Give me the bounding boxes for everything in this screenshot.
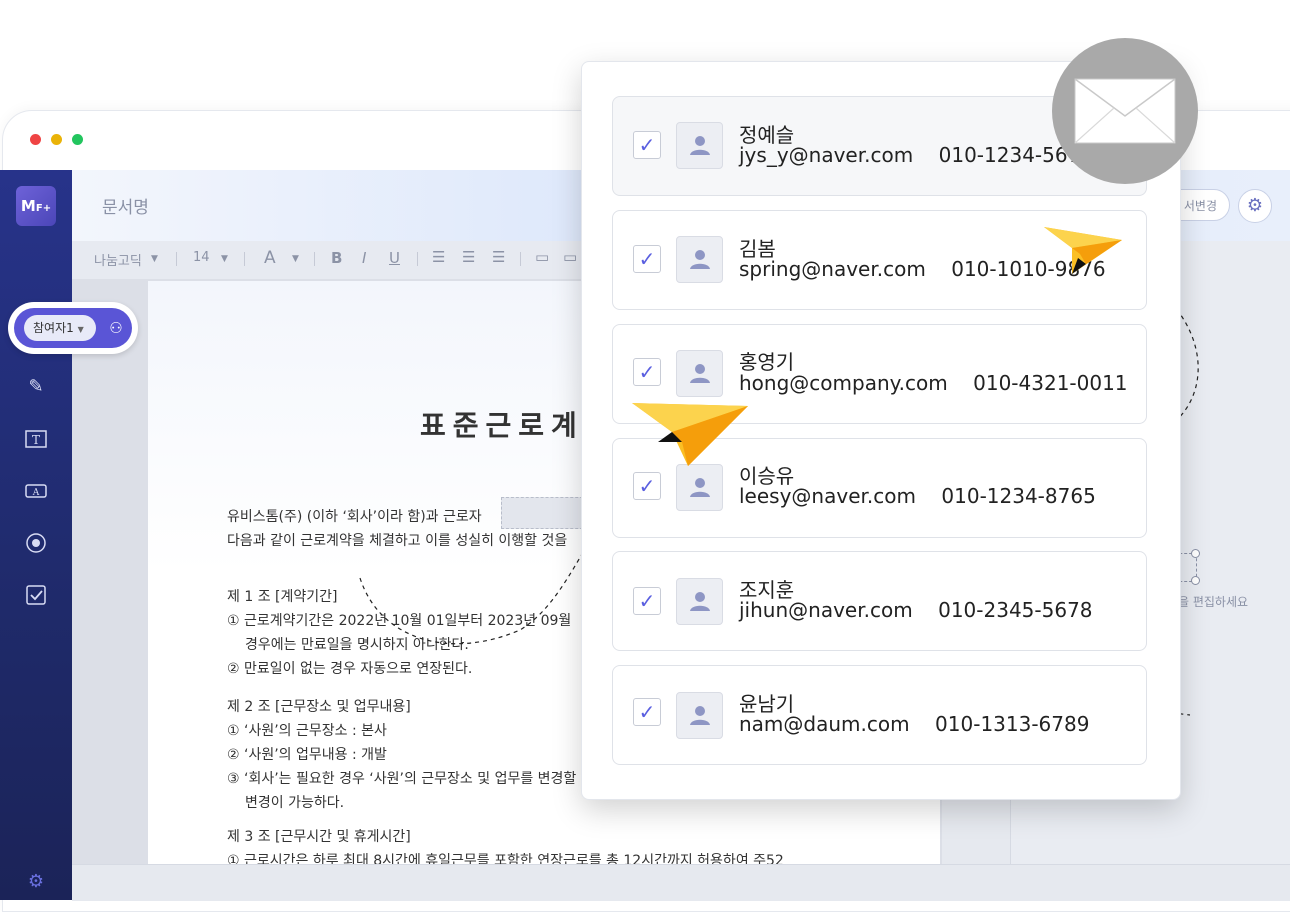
contact-checkbox[interactable]: ✓ (633, 245, 661, 273)
contact-info: nam@daum.com 010-1313-6789 (739, 712, 1089, 736)
contact-info: jihun@naver.com 010-2345-5678 (739, 598, 1093, 622)
contact-email: hong@company.com (739, 371, 948, 395)
contact-phone: 010-1234-8765 (941, 484, 1096, 508)
avatar-icon (676, 236, 723, 283)
avatar-icon (676, 692, 723, 739)
contact-info: leesy@naver.com 010-1234-8765 (739, 484, 1096, 508)
contact-email: jys_y@naver.com (739, 143, 914, 167)
avatar-icon (676, 464, 723, 511)
contact-info: hong@company.com 010-4321-0011 (739, 371, 1128, 395)
contact-checkbox[interactable]: ✓ (633, 472, 661, 500)
contact-email: jihun@naver.com (739, 598, 913, 622)
paper-plane-icon (1044, 227, 1122, 274)
paper-plane-icon (632, 403, 748, 466)
contact-phone: 010-2345-5678 (938, 598, 1093, 622)
contact-email: nam@daum.com (739, 712, 910, 736)
contact-email: spring@naver.com (739, 257, 926, 281)
contact-checkbox[interactable]: ✓ (633, 587, 661, 615)
avatar-icon (676, 122, 723, 169)
contact-checkbox[interactable]: ✓ (633, 358, 661, 386)
contact-checkbox[interactable]: ✓ (633, 698, 661, 726)
avatar-icon (676, 578, 723, 625)
contact-info: jys_y@naver.com 010-1234-5678 (739, 143, 1093, 167)
contact-phone: 010-1313-6789 (935, 712, 1090, 736)
envelope-icon (1052, 38, 1198, 184)
contact-phone: 010-4321-0011 (973, 371, 1128, 395)
avatar-icon (676, 350, 723, 397)
contact-email: leesy@naver.com (739, 484, 916, 508)
contact-checkbox[interactable]: ✓ (633, 131, 661, 159)
